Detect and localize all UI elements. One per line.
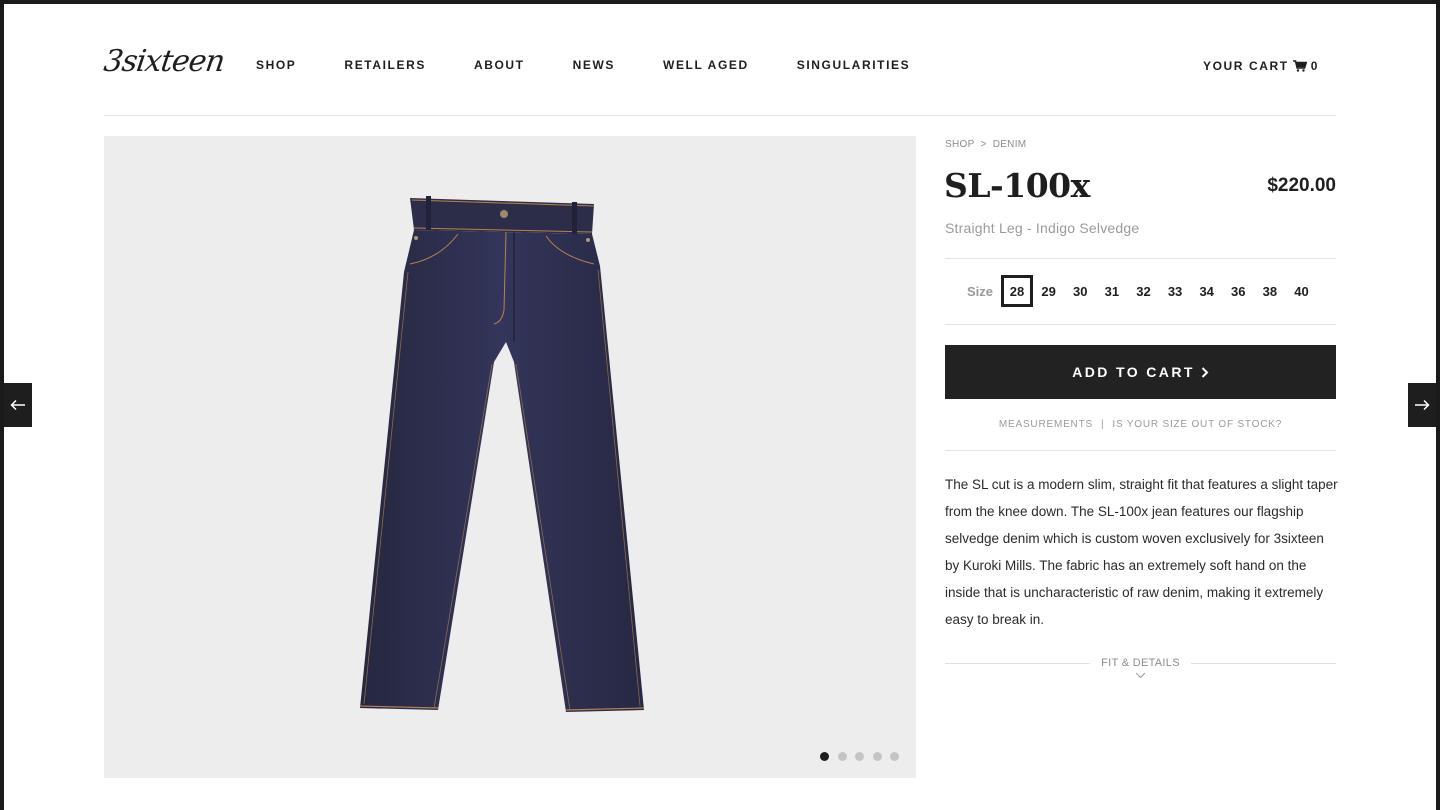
fit-details-label: FIT & DETAILS [1101, 657, 1180, 669]
nav-item-well-aged[interactable]: WELL AGED [663, 56, 749, 74]
product-title: SL-100x [944, 166, 1090, 205]
page: 3sixteen SHOP RETAILERS ABOUT NEWS WELL … [4, 4, 1436, 810]
size-option-29[interactable]: 29 [1033, 275, 1065, 307]
cart-label: YOUR CART [1202, 59, 1289, 73]
nav-item-about[interactable]: ABOUT [474, 56, 525, 74]
main-nav: SHOP RETAILERS ABOUT NEWS WELL AGED SING… [256, 56, 958, 74]
next-product-button[interactable] [1408, 383, 1436, 427]
add-to-cart-label: ADD TO CART [1072, 364, 1195, 380]
size-help-links: MEASUREMENTS | IS YOUR SIZE OUT OF STOCK… [945, 417, 1336, 433]
gallery-pagination [820, 752, 908, 761]
out-of-stock-link[interactable]: IS YOUR SIZE OUT OF STOCK? [1112, 417, 1282, 433]
size-option-34[interactable]: 34 [1191, 275, 1223, 307]
product-gallery[interactable] [104, 136, 916, 778]
chevron-down-icon [1135, 672, 1146, 679]
product-image-jeans [359, 196, 645, 712]
product-subtitle: Straight Leg - Indigo Selvedge [945, 220, 1140, 236]
nav-item-shop[interactable]: SHOP [256, 56, 296, 74]
gallery-dot-3[interactable] [855, 752, 864, 761]
size-option-31[interactable]: 31 [1096, 275, 1128, 307]
nav-item-news[interactable]: NEWS [573, 56, 615, 74]
brand-logo[interactable]: 3sixteen [102, 38, 227, 86]
gallery-dot-1[interactable] [820, 752, 829, 761]
nav-item-singularities[interactable]: SINGULARITIES [797, 56, 910, 74]
cart-count: 0 [1310, 59, 1319, 73]
cart-icon [1292, 60, 1307, 72]
fit-details-toggle[interactable]: FIT & DETAILS [945, 654, 1336, 684]
size-option-32[interactable]: 32 [1127, 275, 1159, 307]
size-label: Size [967, 283, 994, 299]
measurements-link[interactable]: MEASUREMENTS [999, 417, 1093, 433]
description-top-divider [945, 450, 1336, 451]
gallery-dot-2[interactable] [837, 752, 847, 761]
product-price: $220.00 [1267, 175, 1336, 196]
link-separator: | [1100, 419, 1105, 430]
gallery-dot-5[interactable] [890, 752, 899, 761]
size-option-33[interactable]: 33 [1159, 275, 1191, 307]
breadcrumb: SHOP > DENIM [945, 138, 1026, 152]
product-description: The SL cut is a modern slim, straight fi… [945, 477, 1338, 627]
breadcrumb-shop[interactable]: SHOP [945, 139, 975, 150]
size-option-30[interactable]: 30 [1064, 275, 1096, 307]
add-to-cart-button[interactable]: ADD TO CART [945, 345, 1336, 399]
breadcrumb-separator: > [980, 139, 987, 150]
arrow-right-icon [1415, 399, 1430, 411]
size-option-28[interactable]: 28 [1001, 275, 1034, 307]
header-divider [104, 115, 1336, 116]
arrow-left-icon [10, 399, 25, 411]
size-option-38[interactable]: 38 [1254, 275, 1286, 307]
size-top-divider [945, 258, 1336, 259]
previous-product-button[interactable] [4, 383, 32, 427]
size-option-40[interactable]: 40 [1286, 275, 1318, 307]
nav-item-retailers[interactable]: RETAILERS [344, 56, 426, 74]
chevron-right-icon [1201, 366, 1209, 378]
size-bottom-divider [945, 324, 1336, 325]
gallery-dot-4[interactable] [872, 752, 882, 761]
size-selector: Size 28 29 30 31 32 33 34 36 38 40 [967, 274, 1317, 308]
breadcrumb-denim[interactable]: DENIM [993, 139, 1027, 150]
cart-link[interactable]: YOUR CART 0 [1203, 57, 1319, 75]
size-option-36[interactable]: 36 [1222, 275, 1254, 307]
